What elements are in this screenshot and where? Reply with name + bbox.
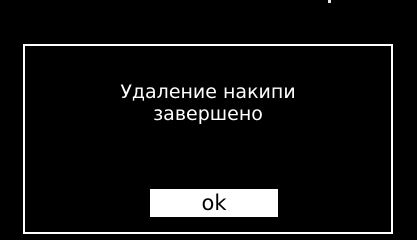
dialog-message-line-1: Удаление накипи [120,81,296,103]
dialog-message: Удаление накипи завершено [25,81,391,125]
top-edge-mark [328,0,331,3]
descaling-complete-dialog: Удаление накипи завершено ok [23,44,393,234]
dialog-message-line-2: завершено [153,103,263,125]
device-screen: Удаление накипи завершено ok [0,0,417,240]
ok-button[interactable]: ok [150,189,278,217]
